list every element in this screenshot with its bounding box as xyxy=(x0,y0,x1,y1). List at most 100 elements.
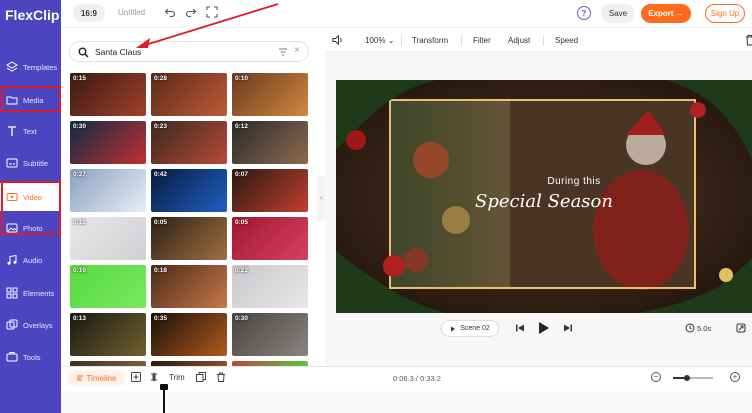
media-thumbnail[interactable]: 0:18 xyxy=(151,265,227,308)
media-thumbnail[interactable]: 0:28 xyxy=(151,73,227,116)
sidebar-item-text[interactable]: Text xyxy=(0,117,61,145)
sidebar-item-media[interactable]: Media xyxy=(0,86,61,114)
aspect-ratio-button[interactable]: 16:9 xyxy=(73,4,105,22)
sidebar-item-label: Video xyxy=(23,192,43,202)
playhead[interactable] xyxy=(160,384,168,413)
media-thumbnail[interactable]: 0:30 xyxy=(70,121,146,164)
media-thumbnail[interactable]: 0:23 xyxy=(151,121,227,164)
caption-line-2[interactable]: Special Season xyxy=(464,191,624,212)
add-scene-icon[interactable] xyxy=(131,372,141,382)
clock-icon xyxy=(685,323,695,333)
save-button[interactable]: Save xyxy=(601,4,635,23)
thumbnail-duration: 0:23 xyxy=(154,123,168,130)
thumbnail-duration: 0:13 xyxy=(73,315,87,322)
thumbnail-duration: 0:12 xyxy=(235,123,249,130)
collapse-panel-button[interactable]: ‹ xyxy=(317,175,325,221)
transform-button[interactable]: Transform xyxy=(412,36,448,45)
media-thumbnail[interactable]: 0:15 xyxy=(70,73,146,116)
split-icon[interactable] xyxy=(149,372,159,382)
scene-duration[interactable]: 5.0s xyxy=(697,324,711,333)
play-small-icon xyxy=(450,326,456,332)
sidebar-item-label: Subtitle xyxy=(23,158,49,168)
zoom-handle[interactable] xyxy=(684,374,690,381)
speed-button[interactable]: Speed xyxy=(555,36,578,45)
help-icon[interactable]: ? xyxy=(577,6,591,20)
thumbnail-duration: 0:05 xyxy=(154,219,168,226)
sidebar-item-photo[interactable]: Photo xyxy=(0,214,61,242)
caption-line-1[interactable]: During this xyxy=(514,176,634,187)
sidebar-item-elements[interactable]: Elements xyxy=(0,279,61,307)
media-thumbnail[interactable]: 0:07 xyxy=(232,169,308,212)
subtitle-icon xyxy=(5,156,19,170)
media-thumbnail[interactable]: 0:10 xyxy=(232,73,308,116)
sidebar-item-audio[interactable]: Audio xyxy=(0,246,61,274)
trim-button[interactable]: Trim xyxy=(169,373,185,382)
sidebar-item-subtitle[interactable]: Subtitle xyxy=(0,149,61,177)
thumbnail-duration: 0:27 xyxy=(73,171,87,178)
sidebar-item-tools[interactable]: Tools xyxy=(0,343,61,371)
timecode-readout: 0:06.3 / 0:33.2 xyxy=(393,374,441,383)
delete-icon[interactable] xyxy=(745,34,752,46)
timeline-bar: Timeline Trim 0:06.3 / 0:33.2 − + xyxy=(61,366,752,413)
timeline-zoom-slider[interactable] xyxy=(673,374,713,381)
thumbnail-duration: 0:35 xyxy=(154,315,168,322)
duplicate-icon[interactable] xyxy=(196,372,206,382)
left-sidebar: FlexClip Templates Media Text Subtitle V… xyxy=(0,0,61,413)
play-icon[interactable] xyxy=(538,321,550,335)
chevron-down-icon: ⌄ xyxy=(387,36,395,45)
photo-icon xyxy=(5,221,19,235)
tab-timeline[interactable]: Timeline xyxy=(67,370,125,386)
timeline-icon xyxy=(76,374,84,382)
sidebar-item-label: Text xyxy=(23,126,37,136)
zoom-dropdown[interactable]: 100% ⌄ xyxy=(365,36,394,45)
media-thumbnail[interactable]: 0:05 xyxy=(232,217,308,260)
overlays-icon xyxy=(5,318,19,332)
music-icon xyxy=(5,253,19,267)
thumbnail-duration: 0:30 xyxy=(235,315,249,322)
sidebar-item-templates[interactable]: Templates xyxy=(0,53,61,81)
media-thumbnail[interactable]: 0:05 xyxy=(151,217,227,260)
filter-button[interactable]: Filter xyxy=(473,36,491,45)
annotation-arrow xyxy=(136,3,279,48)
zoom-in-icon[interactable]: + xyxy=(730,372,740,382)
media-thumbnail[interactable]: 0:42 xyxy=(151,169,227,212)
layers-icon xyxy=(5,60,19,74)
thumbnail-duration: 0:22 xyxy=(235,267,249,274)
media-thumbnail[interactable]: 0:12 xyxy=(232,121,308,164)
sidebar-item-label: Photo xyxy=(23,223,43,233)
zoom-value: 100% xyxy=(365,36,386,45)
media-thumbnail[interactable]: 0:11 xyxy=(70,217,146,260)
thumbnail-duration: 0:07 xyxy=(235,171,249,178)
trash-icon[interactable] xyxy=(216,372,226,382)
adjust-button[interactable]: Adjust xyxy=(508,36,530,45)
sidebar-item-label: Elements xyxy=(23,288,55,298)
video-canvas[interactable]: During this Special Season xyxy=(336,80,752,313)
search-icon xyxy=(78,47,89,58)
sidebar-item-video[interactable]: Video xyxy=(0,183,61,211)
media-thumbnail[interactable]: 0:22 xyxy=(232,265,308,308)
media-thumbnail[interactable]: 0:30 xyxy=(232,313,308,356)
export-button[interactable]: Export → xyxy=(641,4,691,23)
text-icon xyxy=(5,124,19,138)
thumbnail-duration: 0:42 xyxy=(154,171,168,178)
media-thumbnail[interactable]: 0:35 xyxy=(151,313,227,356)
next-icon[interactable] xyxy=(563,323,573,333)
divider xyxy=(543,35,544,46)
scene-selector[interactable]: Scene 02 xyxy=(441,320,499,337)
speaker-icon[interactable] xyxy=(332,34,344,46)
media-thumbnail[interactable]: 0:13 xyxy=(70,313,146,356)
clear-search-icon[interactable]: × xyxy=(294,45,300,56)
zoom-out-icon[interactable]: − xyxy=(651,372,661,382)
expand-icon[interactable] xyxy=(736,323,746,333)
sidebar-item-label: Overlays xyxy=(23,320,53,330)
thumbnail-duration: 0:05 xyxy=(235,219,249,226)
divider xyxy=(461,35,462,46)
previous-icon[interactable] xyxy=(515,323,525,333)
player-controls: Scene 02 5.0s xyxy=(325,316,752,342)
media-thumbnail[interactable]: 0:10 xyxy=(70,265,146,308)
media-thumbnail[interactable]: 0:27 xyxy=(70,169,146,212)
elements-icon xyxy=(5,286,19,300)
sign-up-button[interactable]: Sign Up xyxy=(705,4,745,23)
sidebar-item-overlays[interactable]: Overlays xyxy=(0,311,61,339)
app-logo[interactable]: FlexClip xyxy=(5,7,59,23)
